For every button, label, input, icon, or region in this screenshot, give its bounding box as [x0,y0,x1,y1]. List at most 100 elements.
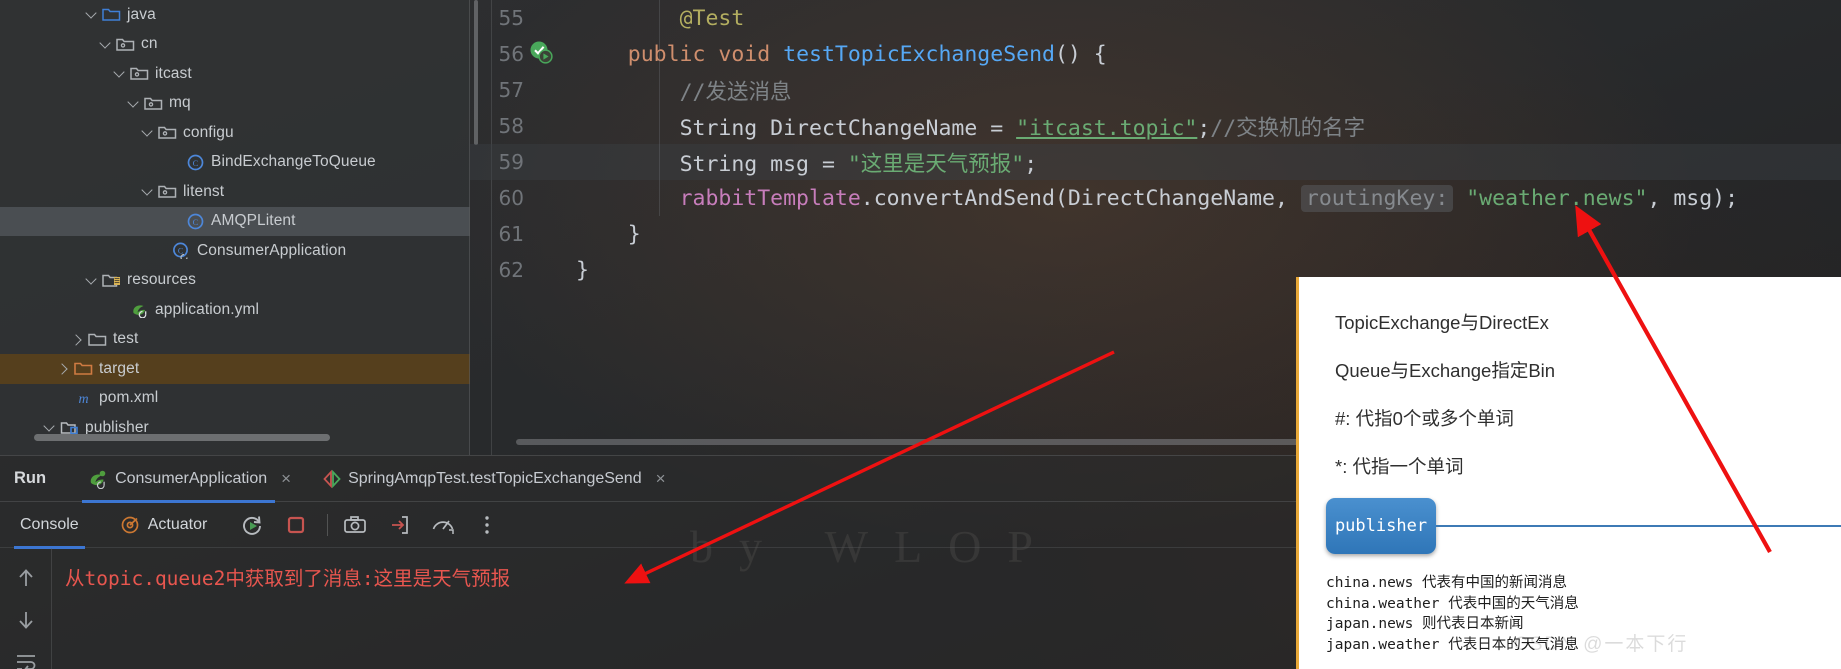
chevron-down-icon[interactable] [126,96,141,111]
toolbar-separator [327,513,329,536]
java-class-icon: C [186,213,205,230]
code-line[interactable]: 60 rabbitTemplate.convertAndSend(DirectC… [470,180,1841,216]
tree-item-label: java [127,5,156,23]
code-line[interactable]: 61 } [470,216,1841,252]
code-line[interactable]: 58 String DirectChangeName = "itcast.top… [470,108,1841,144]
run-tab-label: SpringAmqpTest.testTopicExchangeSend [348,469,642,487]
code-line[interactable]: 57 //发送消息 [470,72,1841,108]
line-number: 60 [498,186,524,210]
tree-item-label: resources [127,271,196,289]
publisher-node: publisher [1326,498,1436,554]
folder-orange-icon [74,360,93,377]
chevron-down-icon[interactable] [112,66,127,81]
chevron-down-icon[interactable] [98,37,113,52]
code-token: testTopicExchangeSend [783,41,1055,67]
tree-item-configu[interactable]: configu [0,118,470,148]
tree-item-mq[interactable]: mq [0,89,470,119]
code-token: ; [1024,151,1038,177]
svg-text:m: m [78,392,88,407]
code-line[interactable]: 56 public void testTopicExchangeSend() { [470,36,1841,72]
code-text: //发送消息 [566,75,792,106]
tree-item-label: mq [169,94,191,112]
profiler-icon[interactable] [430,512,456,538]
chevron-down-icon[interactable] [42,420,57,435]
tree-item-label: test [113,330,139,348]
stop-icon[interactable] [283,512,309,538]
more-options-icon[interactable] [474,512,500,538]
tab-console-label: Console [20,515,79,533]
code-text: } [566,258,589,283]
code-token: () { [1054,41,1107,67]
soft-wrap-icon[interactable] [12,648,40,669]
tree-item-bindexchangetoqueue[interactable]: C BindExchangeToQueue [0,148,470,178]
code-text: } [566,222,641,247]
run-tab-1[interactable]: ConsumerApplication × [82,456,297,503]
code-line[interactable]: 59 String msg = "这里是天气预报"; [470,144,1841,180]
tree-item-label: configu [183,123,234,141]
run-test-success-icon[interactable] [528,39,566,69]
code-token: String DirectChangeName = [679,115,1017,141]
tree-item-pom-xml[interactable]: m pom.xml [0,384,470,414]
code-text: @Test [566,6,745,31]
chevron-down-icon[interactable] [84,7,99,22]
note-line: #: 代指0个或多个单词 [1335,408,1514,429]
svg-text:C: C [193,217,199,227]
tree-item-label: target [99,359,140,377]
tab-actuator[interactable]: Actuator [119,515,207,535]
tree-item-target[interactable]: target [0,354,470,384]
rerun-icon[interactable] [239,512,265,538]
note-panel: TopicExchange与DirectEx Queue与Exchange指定Bi… [1296,277,1841,669]
tree-item-consumerapplication[interactable]: C ConsumerApplication [0,236,470,266]
code-token: "weather.news" [1466,185,1648,211]
tree-item-test[interactable]: test [0,325,470,355]
tree-item-application-yml[interactable]: application.yml [0,295,470,325]
gutter-slot [528,75,566,105]
resources-folder-icon [102,272,121,289]
tree-item-label: AMQPLitent [211,212,296,230]
note-line: Queue与Exchange指定Bin [1335,360,1556,381]
line-number: 56 [498,42,524,66]
tree-item-litenst[interactable]: litenst [0,177,470,207]
gutter-slot [528,255,566,285]
gutter-slot [528,147,566,177]
code-token: ; [1197,115,1211,141]
scroll-up-icon[interactable] [12,564,40,592]
tree-item-resources[interactable]: resources [0,266,470,296]
project-tree-panel[interactable]: java cn itcast mq configu C BindExchangeToQueu… [0,0,470,455]
line-number: 61 [498,222,524,246]
chevron-right-icon[interactable] [56,361,71,376]
project-tree-horizontal-scrollbar[interactable] [34,434,330,441]
chevron-down-icon[interactable] [84,273,99,288]
tree-item-java[interactable]: java [0,0,470,30]
note-line: TopicExchange与DirectEx [1335,312,1549,333]
run-tab-label: ConsumerApplication [115,469,268,487]
code-token: //发送消息 [679,79,792,105]
close-icon[interactable]: × [281,470,291,487]
tab-console[interactable]: Console [14,502,85,549]
code-line[interactable]: 55 @Test [470,0,1841,36]
note-line: *: 代指一个单词 [1335,456,1464,477]
package-icon [158,183,177,200]
tree-item-label: itcast [155,64,192,82]
chevron-right-icon[interactable] [70,332,85,347]
routing-key-line: china.news 代表有中国的新闻消息 [1326,575,1568,591]
publisher-edge-line [1436,525,1841,527]
chevron-down-icon[interactable] [140,184,155,199]
tree-item-itcast[interactable]: itcast [0,59,470,89]
code-text: String msg = "这里是天气预报"; [566,147,1038,178]
scroll-down-icon[interactable] [12,606,40,634]
run-tab-2[interactable]: SpringAmqpTest.testTopicExchangeSend × [315,456,671,502]
camera-icon[interactable] [342,512,368,538]
chevron-down-icon[interactable] [140,125,155,140]
tree-item-cn[interactable]: cn [0,30,470,60]
tree-item-label: application.yml [155,300,260,318]
close-icon[interactable]: × [656,470,666,487]
export-icon[interactable] [386,512,412,538]
tree-item-amqplitent[interactable]: C AMQPLitent [0,206,470,236]
code-token: "itcast.topic" [1016,115,1198,141]
actuator-icon [119,515,141,535]
code-text: rabbitTemplate.convertAndSend(DirectChan… [566,184,1738,212]
